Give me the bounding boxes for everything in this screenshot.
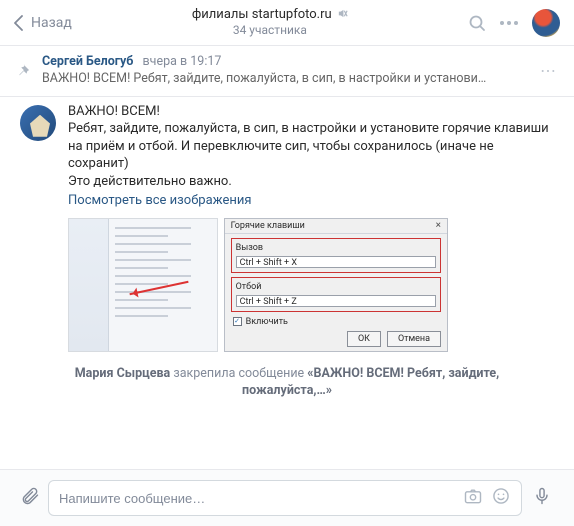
pin-notice-who: Мария Сырцева (75, 366, 171, 381)
search-icon[interactable] (468, 14, 486, 32)
photo-button[interactable] (463, 486, 483, 510)
pin-icon (16, 64, 30, 78)
screenshot-hotkeys-dialog: Горячие клавиши × Вызов Ctrl + Shift + X… (224, 218, 448, 352)
camera-icon (463, 486, 483, 506)
voice-button[interactable] (522, 486, 562, 510)
attachment-images[interactable]: Горячие клавиши × Вызов Ctrl + Shift + X… (68, 218, 448, 352)
smile-icon (491, 486, 511, 506)
chat-title: филиалы startupfoto.ru (192, 7, 332, 22)
pinned-preview: ВАЖНО! ВСЕМ! Ребят, зайдите, пожалуйста,… (42, 71, 538, 88)
pin-system-notice: Мария Сырцева закрепила сообщение «ВАЖНО… (60, 366, 514, 400)
chevron-left-icon (14, 15, 23, 31)
hotkey-value: Ctrl + Shift + X (236, 256, 436, 268)
message-line: Это действительно важно. (68, 173, 554, 191)
hotkey-label: Вызов (236, 242, 436, 254)
hotkey-label: Отбой (236, 281, 436, 293)
hotkey-value: Ctrl + Shift + Z (236, 295, 436, 307)
muted-icon (337, 8, 348, 19)
message-input[interactable] (59, 491, 455, 506)
pinned-message[interactable]: Сергей Белогуб вчера в 19:17 ВАЖНО! ВСЕМ… (0, 46, 574, 97)
attach-button[interactable] (12, 486, 48, 510)
back-button[interactable]: Назад (14, 15, 72, 31)
back-label: Назад (31, 15, 72, 31)
checkbox-icon: ✓ (233, 317, 242, 326)
sender-avatar[interactable] (20, 105, 56, 141)
message-line: Ребят, зайдите, пожалуйста, в сип, в нас… (68, 120, 554, 173)
checkbox-label: Включить (246, 316, 288, 328)
message-line: ВАЖНО! ВСЕМ! (68, 103, 554, 121)
pinned-time: вчера в 19:17 (143, 54, 222, 69)
more-menu-button[interactable] (500, 21, 518, 25)
ok-button: ОК (347, 331, 381, 347)
dialog-title: Горячие клавиши (231, 220, 305, 232)
chat-title-block[interactable]: филиалы startupfoto.ru 34 участника (72, 7, 468, 38)
cancel-button: Отмена (387, 331, 441, 347)
paperclip-icon (20, 486, 40, 506)
message-body: ВАЖНО! ВСЕМ! Ребят, зайдите, пожалуйста,… (68, 103, 554, 352)
microphone-icon (532, 486, 552, 506)
close-icon: × (436, 219, 441, 233)
pinned-more-button[interactable]: ⋯ (538, 61, 558, 80)
emoji-button[interactable] (491, 486, 511, 510)
pinned-author: Сергей Белогуб (42, 54, 133, 69)
avatar[interactable] (532, 9, 560, 37)
see-all-images-link[interactable]: Посмотреть все изображения (68, 192, 252, 210)
screenshot-left (68, 218, 218, 352)
pin-notice-action: закрепила сообщение (173, 366, 304, 381)
chat-subtitle: 34 участника (72, 23, 468, 38)
